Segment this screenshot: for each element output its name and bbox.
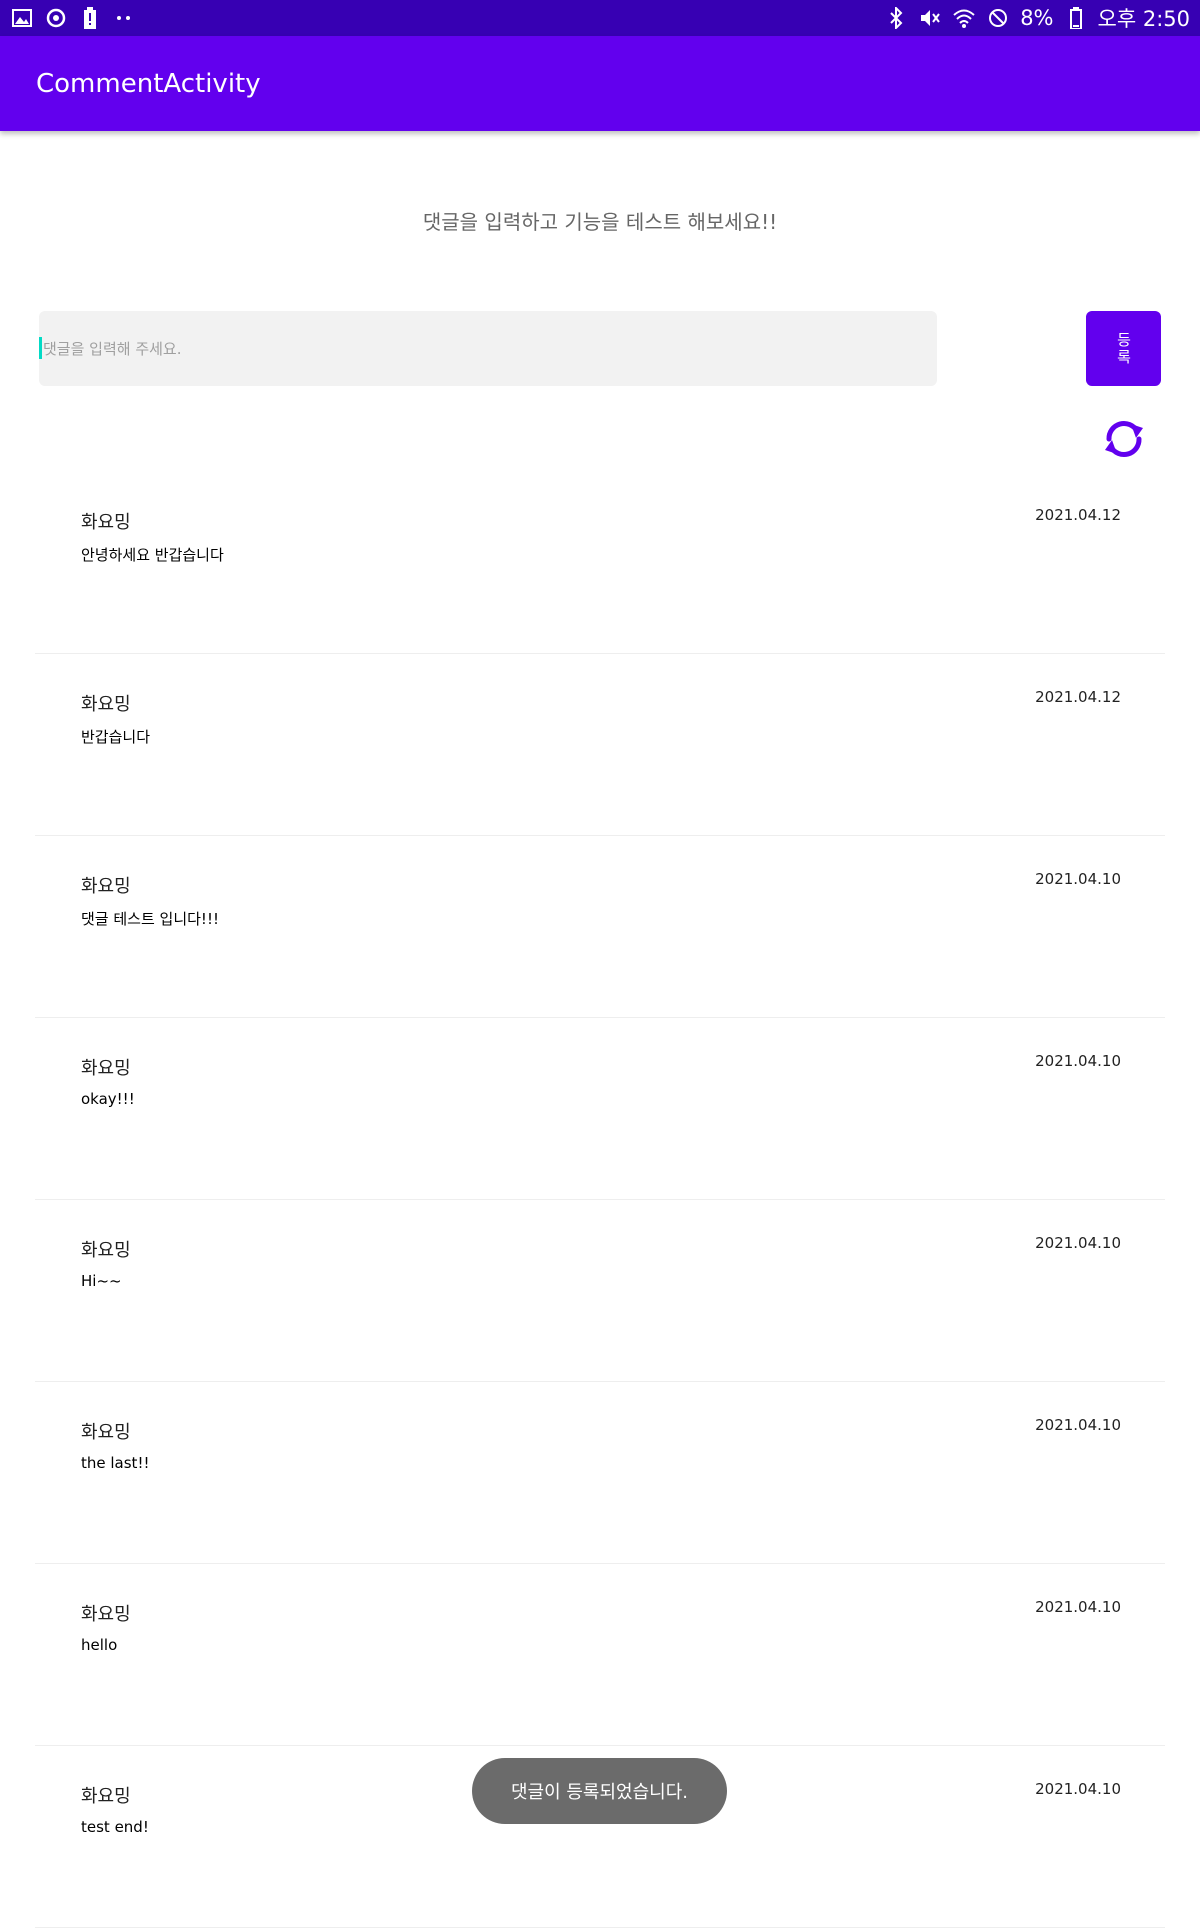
status-left-icons [10,0,136,36]
comment-date: 2021.04.10 [1035,1416,1121,1434]
comment-text: 반갑습니다 [81,728,151,746]
sync-icon [44,6,68,30]
list-item[interactable]: 화요밍 okay!!! 2021.04.10 [35,1018,1165,1200]
comment-author: 화요밍 [81,1604,131,1625]
battery-icon [1064,6,1088,30]
text-cursor [39,337,42,359]
comment-author: 화요밍 [81,1422,131,1443]
image-icon [10,6,34,30]
comment-text: the last!! [81,1454,150,1472]
list-item[interactable]: 화요밍 the last!! 2021.04.10 [35,1382,1165,1564]
comment-date: 2021.04.12 [1035,688,1121,706]
refresh-button[interactable] [1099,414,1149,464]
comment-input[interactable] [39,311,937,386]
more-dots-icon [112,6,136,30]
comment-author: 화요밍 [81,876,131,897]
list-item[interactable]: 화요밍 댓글 테스트 입니다!!! 2021.04.10 [35,836,1165,1018]
comment-text: 댓글 테스트 입니다!!! [81,910,219,928]
list-item[interactable]: 화요밍 안녕하세요 반갑습니다 2021.04.12 [35,472,1165,654]
app-bar: CommentActivity [0,36,1200,131]
wifi-icon [952,6,976,30]
comment-date: 2021.04.10 [1035,1052,1121,1070]
comment-date: 2021.04.10 [1035,1598,1121,1616]
comment-author: 화요밍 [81,1058,131,1079]
comment-date: 2021.04.10 [1035,1234,1121,1252]
comment-text: hello [81,1636,118,1654]
comment-author: 화요밍 [81,1786,131,1807]
comment-date: 2021.04.10 [1035,870,1121,888]
comment-author: 화요밍 [81,694,131,715]
bluetooth-icon [884,6,908,30]
comment-date: 2021.04.12 [1035,506,1121,524]
toast-message: 댓글이 등록되었습니다. [472,1758,727,1824]
mute-icon [918,6,942,30]
comment-text: okay!!! [81,1090,135,1108]
app-title: CommentActivity [36,68,261,99]
battery-percent: 8% [1020,6,1054,30]
do-not-disturb-icon [986,6,1010,30]
status-time: 오후 2:50 [1097,7,1190,31]
status-bar: 8% 오후 2:50 [0,0,1200,36]
status-right-icons: 8% 오후 2:50 [884,0,1190,36]
list-item[interactable]: 화요밍 Hi~~ 2021.04.10 [35,1200,1165,1382]
comment-list[interactable]: 화요밍 안녕하세요 반갑습니다 2021.04.12 화요밍 반갑습니다 202… [35,472,1165,1928]
comment-date: 2021.04.10 [1035,1780,1121,1798]
comment-author: 화요밍 [81,1240,131,1261]
register-button[interactable]: 등록 [1086,311,1161,386]
battery-alert-icon [78,6,102,30]
refresh-icon [1105,420,1143,458]
comment-text: test end! [81,1818,149,1836]
list-item[interactable]: 화요밍 반갑습니다 2021.04.12 [35,654,1165,836]
comment-text: 안녕하세요 반갑습니다 [81,546,224,564]
instruction-text: 댓글을 입력하고 기능을 테스트 해보세요!! [422,210,778,234]
list-item[interactable]: 화요밍 hello 2021.04.10 [35,1564,1165,1746]
comment-text: Hi~~ [81,1272,122,1290]
comment-author: 화요밍 [81,512,131,533]
